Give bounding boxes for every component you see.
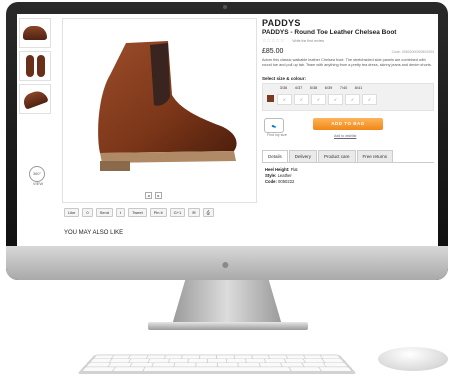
size-option: 3/36 (279, 86, 288, 91)
size-headers: 3/36 4/37 5/38 6/39 7/40 8/41 (277, 86, 365, 90)
size-option: 6/39 (324, 86, 333, 91)
product-info: PADDYS PADDYS - Round Toe Leather Chelse… (262, 18, 434, 185)
add-to-bag-button[interactable]: ADD TO BAG (313, 118, 383, 131)
write-review-link[interactable]: Write the first review (292, 39, 324, 43)
monitor-foot (148, 322, 308, 330)
size-colour-label: Select size & colour: (262, 76, 307, 82)
print-icon[interactable]: ⎙ (202, 208, 214, 217)
share-bar: Like 0 Send t Tweet Pin it G+1 ✉ ⎙ (64, 208, 214, 217)
tweet-button[interactable]: Tweet (128, 208, 147, 217)
pinterest-button[interactable]: Pin it (149, 208, 167, 217)
view-360-button[interactable]: 360° (29, 166, 45, 182)
colour-swatch[interactable] (267, 95, 274, 103)
product-title: PADDYS - Round Toe Leather Chelsea Boot (262, 29, 397, 36)
mouse (378, 347, 448, 371)
main-product-image: ◂ ▸ (62, 18, 257, 203)
size-option: 4/37 (294, 86, 303, 91)
view-label: VIEW (32, 181, 44, 186)
monitor-stand (172, 280, 282, 325)
screen: 360° VIEW ◂ ▸ Like 0 Send t Tweet Pin it… (17, 14, 438, 246)
you-may-also-like-heading: YOU MAY ALSO LIKE (64, 230, 124, 236)
rating-stars: ☆☆☆☆☆ Write the first review (262, 38, 325, 44)
thumbnail-angle[interactable] (19, 84, 51, 114)
camera (223, 5, 227, 9)
size-checkboxes: ✓ ✓ ✓ ✓ ✓ ✓ (277, 94, 377, 106)
size-checkbox[interactable]: ✓ (277, 94, 292, 106)
pager-prev-button[interactable]: ◂ (145, 192, 152, 199)
size-checkbox[interactable]: ✓ (311, 94, 326, 106)
find-size-link[interactable]: Find my size (262, 133, 292, 137)
add-to-wishlist-link[interactable]: Add to wishlist (334, 134, 356, 138)
boot-image (98, 41, 237, 171)
like-count: 0 (82, 208, 93, 217)
size-option: 7/40 (339, 86, 348, 91)
tab-delivery[interactable]: Delivery (288, 150, 318, 163)
email-icon[interactable]: ✉ (188, 208, 200, 217)
size-checkbox[interactable]: ✓ (362, 94, 377, 106)
product-tabs: Details Delivery Product care Free retur… (262, 150, 434, 164)
tab-free-returns[interactable]: Free returns (356, 150, 394, 163)
facebook-send-button[interactable]: Send (95, 208, 113, 217)
thumbnail-side[interactable] (19, 18, 51, 48)
tab-details[interactable]: Details (262, 150, 288, 163)
size-checkbox[interactable]: ✓ (345, 94, 360, 106)
size-option: 5/38 (309, 86, 318, 91)
size-selector: 3/36 4/37 5/38 6/39 7/40 8/41 ✓ ✓ ✓ ✓ ✓ … (262, 83, 434, 112)
size-checkbox[interactable]: ✓ (328, 94, 343, 106)
facebook-like-button[interactable]: Like (64, 208, 80, 217)
image-pager: ◂ ▸ (145, 192, 162, 199)
apple-logo-icon: ● (221, 256, 230, 272)
thumbnail-list (19, 18, 51, 117)
price: £85.00 (262, 48, 284, 55)
thumbnail-pair[interactable] (19, 51, 51, 81)
tumblr-button[interactable]: t (115, 208, 126, 217)
product-description: Adorn this classic walkable leather Chel… (262, 58, 432, 68)
shoe-size-icon[interactable]: 👟 (264, 118, 284, 134)
product-code: Code: 00502000/00502003 (391, 50, 434, 54)
google-plus-button[interactable]: G+1 (169, 208, 186, 217)
detail-row: Code: 0050222 (265, 179, 295, 185)
size-option: 8/41 (354, 86, 363, 91)
tab-product-care[interactable]: Product care (318, 150, 356, 163)
pager-next-button[interactable]: ▸ (155, 192, 162, 199)
size-checkbox[interactable]: ✓ (294, 94, 309, 106)
brand-name: PADDYS (262, 18, 301, 28)
details-panel: Heel Height: Flat Style: Leather Code: 0… (262, 167, 434, 185)
keyboard (77, 354, 357, 374)
